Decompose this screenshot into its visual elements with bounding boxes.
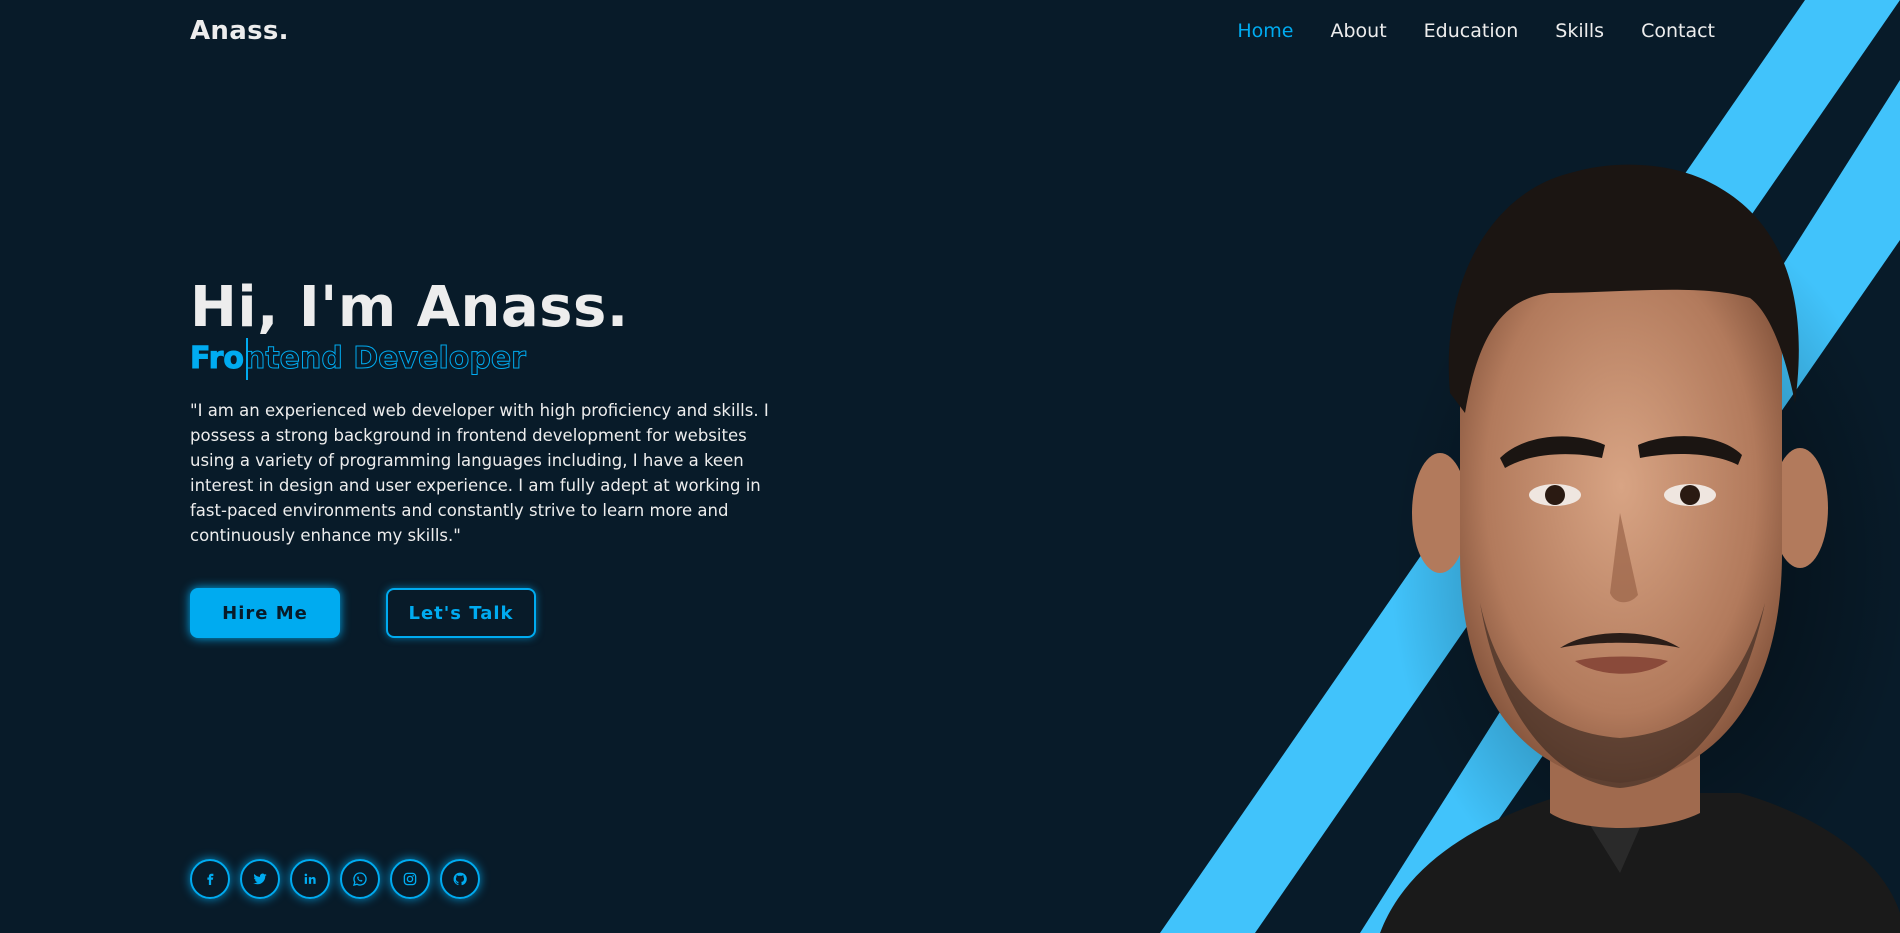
role-text: Frontend Developer Fro bbox=[190, 338, 790, 380]
nav-link-skills[interactable]: Skills bbox=[1555, 20, 1604, 42]
main-nav: Home About Education Skills Contact bbox=[1237, 20, 1715, 42]
site-logo[interactable]: Anass. bbox=[190, 16, 289, 46]
hero-section: Hi, I'm Anass. Frontend Developer Fro "I… bbox=[190, 272, 790, 638]
github-link[interactable] bbox=[440, 859, 480, 899]
nav-link-about[interactable]: About bbox=[1330, 20, 1386, 42]
nav-link-contact[interactable]: Contact bbox=[1641, 20, 1715, 42]
nav-link-home[interactable]: Home bbox=[1237, 20, 1293, 42]
nav-link-education[interactable]: Education bbox=[1424, 20, 1519, 42]
twitter-icon bbox=[253, 873, 267, 885]
whatsapp-link[interactable] bbox=[340, 859, 380, 899]
profile-photo bbox=[1380, 164, 1900, 933]
lets-talk-button[interactable]: Let's Talk bbox=[386, 588, 536, 638]
role-text-typed: Fro bbox=[190, 338, 248, 380]
hire-me-button[interactable]: Hire Me bbox=[190, 588, 340, 638]
linkedin-icon bbox=[304, 873, 316, 884]
site-header: Anass. Home About Education Skills Conta… bbox=[0, 0, 1900, 66]
hero-buttons: Hire Me Let's Talk bbox=[190, 588, 790, 638]
github-icon bbox=[453, 872, 467, 886]
facebook-link[interactable] bbox=[190, 859, 230, 899]
twitter-link[interactable] bbox=[240, 859, 280, 899]
hero-title: Hi, I'm Anass. bbox=[190, 275, 629, 340]
facebook-icon bbox=[207, 873, 214, 885]
instagram-icon bbox=[403, 872, 417, 886]
linkedin-link[interactable] bbox=[290, 859, 330, 899]
whatsapp-icon bbox=[353, 872, 367, 886]
portfolio-page: Anass. Home About Education Skills Conta… bbox=[0, 0, 1900, 933]
instagram-link[interactable] bbox=[390, 859, 430, 899]
hero-description: "I am an experienced web developer with … bbox=[190, 401, 769, 545]
social-links bbox=[190, 859, 480, 899]
